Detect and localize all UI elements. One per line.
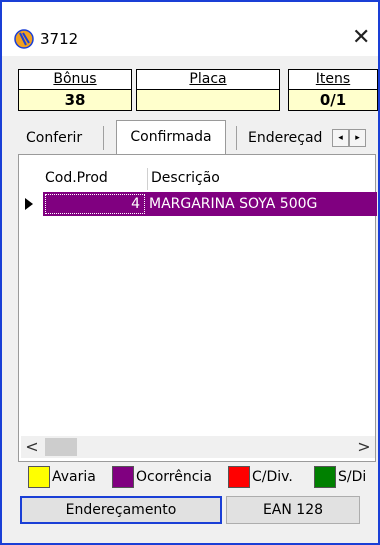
ean-128-button[interactable]: EAN 128: [226, 496, 360, 524]
legend-label: Ocorrência: [136, 469, 212, 485]
tab-confirmada[interactable]: Confirmada: [116, 120, 226, 154]
app-logo-icon: [14, 29, 34, 49]
legend-label: Avaria: [52, 469, 96, 485]
items-grid[interactable]: Cod.Prod Descrição 4 MARGARINA SOYA 500G…: [18, 154, 377, 462]
legend-label: C/Div.: [252, 469, 293, 485]
tab-scroll-left-icon[interactable]: ◂: [332, 129, 349, 147]
tab-scroll-right-icon[interactable]: ▸: [349, 129, 366, 147]
table-row[interactable]: 4 MARGARINA SOYA 500G: [43, 192, 377, 216]
enderecamento-button[interactable]: Endereçamento: [20, 496, 222, 524]
scroll-right-icon[interactable]: >: [353, 436, 375, 458]
placa-value: [136, 89, 280, 111]
placa-header: Placa: [136, 69, 280, 89]
column-header-descricao[interactable]: Descrição: [151, 168, 220, 188]
cell-cod-prod[interactable]: 4: [45, 194, 145, 214]
tab-conferir[interactable]: Conferir: [26, 124, 82, 152]
legend-label: S/Di: [338, 469, 367, 485]
scroll-left-icon[interactable]: <: [21, 436, 43, 458]
cell-descricao[interactable]: MARGARINA SOYA 500G: [149, 192, 317, 216]
title-bar: 3712 ✕: [2, 2, 378, 56]
legend-swatch-green: [314, 466, 336, 488]
horizontal-scrollbar[interactable]: < >: [21, 436, 375, 458]
close-icon[interactable]: ✕: [352, 26, 370, 50]
bonus-header: Bônus: [18, 69, 132, 89]
status-legend: Avaria Ocorrência C/Div. S/Di: [28, 466, 380, 488]
window-title: 3712: [40, 30, 79, 48]
tab-enderecado[interactable]: Endereçad: [248, 124, 334, 152]
tab-strip: Conferir Confirmada Endereçad ◂ ▸: [18, 120, 380, 154]
tab-separator: [103, 126, 104, 150]
itens-header: Itens: [288, 69, 378, 89]
column-separator: [147, 168, 148, 190]
tab-separator: [236, 126, 237, 150]
legend-swatch-red: [228, 466, 250, 488]
legend-swatch-yellow: [28, 466, 50, 488]
app-window: 3712 ✕ Bônus 38 Placa Itens 0/1 Conferir…: [0, 0, 380, 545]
itens-value: 0/1: [288, 89, 378, 111]
column-header-cod-prod[interactable]: Cod.Prod: [45, 168, 108, 188]
row-indicator-icon: [25, 198, 33, 210]
bonus-value: 38: [18, 89, 132, 111]
legend-swatch-purple: [112, 466, 134, 488]
scroll-thumb[interactable]: [45, 438, 77, 456]
